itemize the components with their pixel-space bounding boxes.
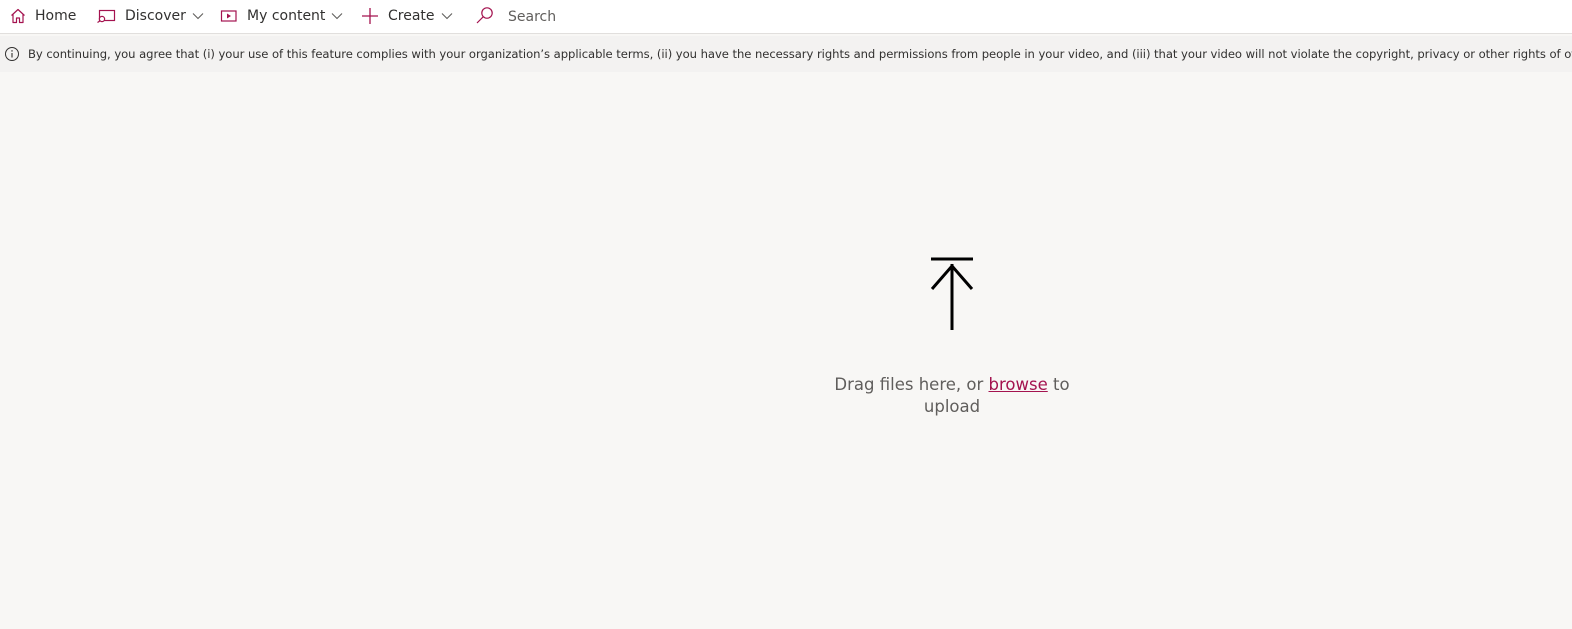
- nav-home[interactable]: Home: [10, 0, 76, 31]
- nav-create[interactable]: Create: [361, 0, 453, 31]
- nav-create-label: Create: [388, 7, 435, 24]
- info-banner: By continuing, you agree that (i) your u…: [0, 36, 1572, 72]
- upload-instructions: Drag files here, or browse to upload: [832, 374, 1072, 418]
- info-message: By continuing, you agree that (i) your u…: [28, 47, 1572, 61]
- chevron-down-icon: [331, 12, 343, 20]
- nav-home-label: Home: [35, 7, 77, 24]
- plus-icon: [361, 7, 379, 25]
- chevron-down-icon: [441, 12, 453, 20]
- top-navigation: Home Discover My content Create Search: [0, 0, 1572, 34]
- info-icon: [4, 46, 20, 62]
- upload-prefix: Drag files here, or: [834, 375, 989, 394]
- home-icon: [10, 8, 26, 24]
- nav-discover[interactable]: Discover: [96, 0, 204, 31]
- search-box[interactable]: Search: [475, 0, 556, 31]
- video-icon: [220, 8, 238, 24]
- upload-dropzone[interactable]: [0, 72, 1572, 629]
- nav-discover-label: Discover: [125, 7, 186, 24]
- browse-link[interactable]: browse: [989, 375, 1048, 394]
- search-icon: [475, 6, 495, 26]
- chevron-down-icon: [192, 12, 204, 20]
- discover-icon: [96, 8, 116, 24]
- nav-my-content-label: My content: [247, 7, 326, 24]
- nav-my-content[interactable]: My content: [220, 0, 343, 31]
- search-input[interactable]: Search: [508, 9, 556, 25]
- upload-arrow-icon: [928, 256, 976, 336]
